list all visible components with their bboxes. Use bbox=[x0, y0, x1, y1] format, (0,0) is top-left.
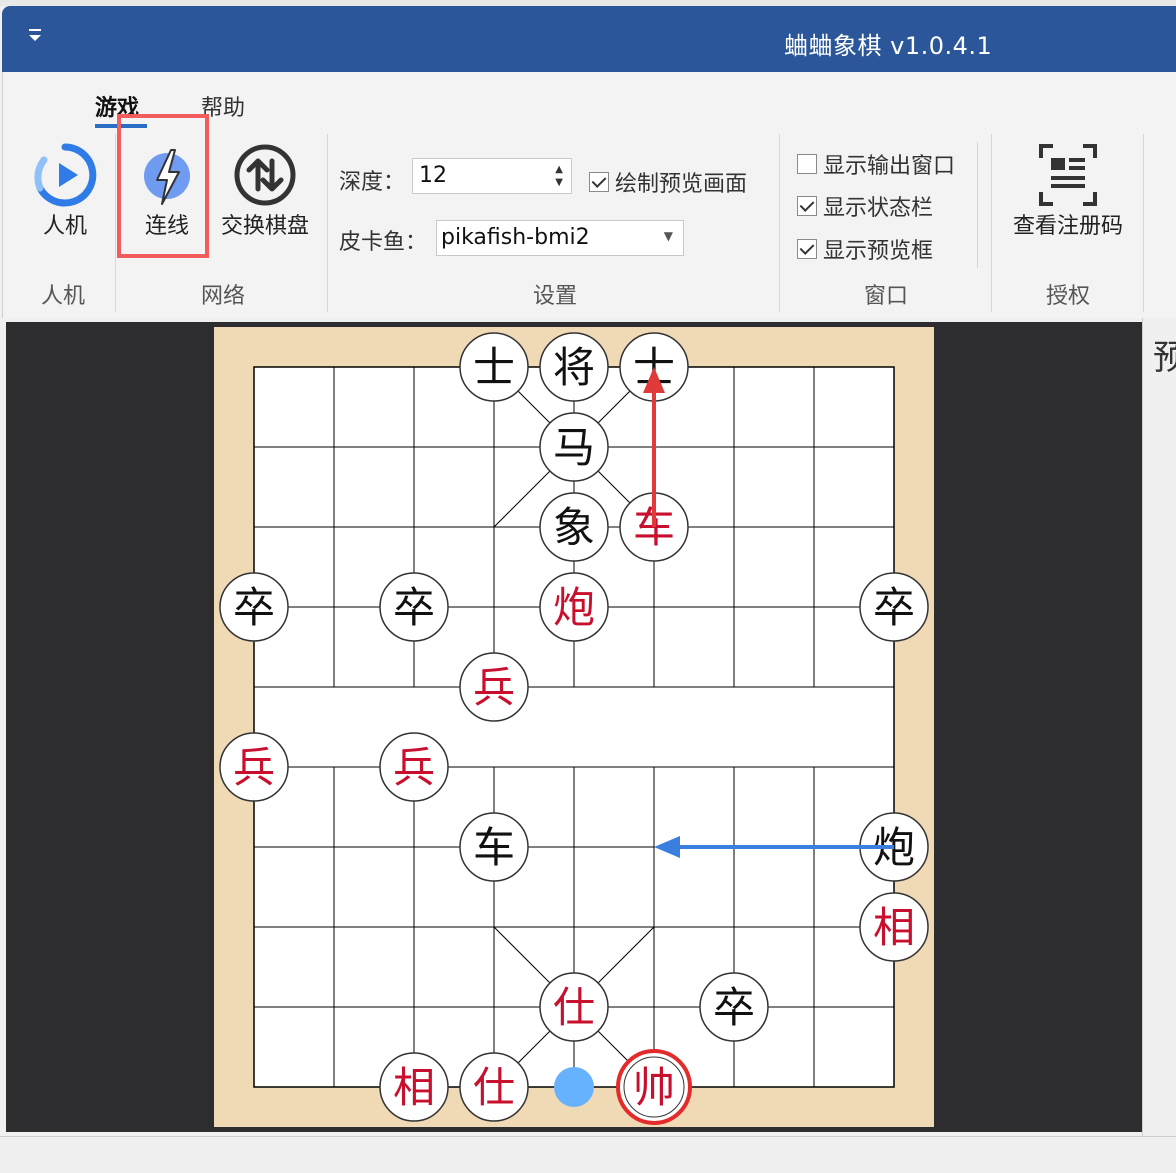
piece-label: 兵 bbox=[473, 663, 515, 712]
depth-value[interactable]: 12 bbox=[419, 163, 447, 188]
show-output-window-checkbox[interactable]: 显示输出窗口 bbox=[797, 148, 955, 180]
group-network-label: 网络 bbox=[200, 284, 245, 309]
chess-board[interactable]: 士将士马象车卒卒炮卒兵兵兵车炮相仕卒相仕帅 bbox=[214, 327, 934, 1127]
quick-access-menu-icon[interactable] bbox=[26, 26, 46, 46]
divider bbox=[327, 134, 328, 312]
piece-label: 卒 bbox=[393, 583, 435, 632]
piece-label: 卒 bbox=[873, 583, 915, 632]
piece-label: 卒 bbox=[233, 583, 275, 632]
divider bbox=[991, 134, 992, 312]
dropdown-arrow-icon[interactable]: ▼ bbox=[664, 229, 673, 243]
group-settings-label: 设置 bbox=[532, 284, 577, 309]
human-vs-ai-label: 人机 bbox=[42, 214, 87, 239]
view-registration-code-label: 查看注册码 bbox=[1012, 214, 1123, 239]
divider bbox=[977, 142, 978, 268]
piece-label: 象 bbox=[553, 503, 595, 552]
title-bar[interactable]: 蛐蛐象棋 v1.0.4.1 bbox=[2, 6, 1176, 72]
checkbox-box[interactable] bbox=[797, 154, 817, 174]
engine-value: pikafish-bmi2 bbox=[441, 225, 590, 250]
piece-label: 相 bbox=[393, 1063, 435, 1112]
show-status-bar-checkbox[interactable]: 显示状态栏 bbox=[797, 190, 933, 222]
piece-label: 仕 bbox=[553, 983, 595, 1032]
scan-code-icon bbox=[1039, 144, 1097, 206]
swap-arrows-icon bbox=[234, 144, 296, 206]
engine-select[interactable]: pikafish-bmi2 ▼ bbox=[436, 220, 684, 256]
piece-label: 帅 bbox=[633, 1063, 675, 1112]
preview-panel: 预 bbox=[1142, 318, 1176, 1136]
piece-label: 将 bbox=[553, 343, 595, 392]
spinner-arrows-icon[interactable]: ▲ ▼ bbox=[555, 163, 563, 189]
engine-label: 皮卡鱼： bbox=[339, 230, 428, 255]
depth-spinner[interactable]: 12 ▲ ▼ bbox=[412, 158, 572, 194]
group-human-label: 人机 bbox=[40, 284, 85, 309]
piece-label: 相 bbox=[873, 903, 915, 952]
show-preview-box-checkbox[interactable]: 显示预览框 bbox=[797, 233, 933, 265]
human-vs-ai-button[interactable]: 人机 bbox=[27, 142, 103, 240]
piece-label: 车 bbox=[473, 823, 515, 872]
show-preview-box-label: 显示预览框 bbox=[823, 239, 934, 264]
piece-label: 仕 bbox=[473, 1063, 515, 1112]
preview-panel-header: 预 bbox=[1153, 338, 1176, 378]
piece-label: 兵 bbox=[393, 743, 435, 792]
swap-board-button[interactable]: 交换棋盘 bbox=[213, 142, 317, 240]
divider bbox=[779, 134, 780, 312]
move-target-dot bbox=[554, 1067, 594, 1107]
connect-highlight-box bbox=[117, 114, 209, 258]
piece-label: 炮 bbox=[553, 583, 595, 632]
checkbox-box[interactable] bbox=[797, 239, 817, 259]
draw-preview-label: 绘制预览画面 bbox=[615, 172, 748, 197]
board-area: 士将士马象车卒卒炮卒兵兵兵车炮相仕卒相仕帅 bbox=[6, 322, 1142, 1132]
divider bbox=[115, 134, 116, 312]
checkbox-box[interactable] bbox=[589, 172, 609, 192]
play-circle-icon bbox=[34, 143, 97, 207]
status-bar bbox=[0, 1136, 1176, 1173]
depth-label: 深度： bbox=[339, 170, 406, 195]
piece-label: 兵 bbox=[233, 743, 275, 792]
swap-board-label: 交换棋盘 bbox=[220, 214, 309, 239]
piece-label: 卒 bbox=[713, 983, 755, 1032]
group-window-label: 窗口 bbox=[863, 284, 908, 309]
show-output-window-label: 显示输出窗口 bbox=[823, 154, 956, 179]
group-license-label: 授权 bbox=[1045, 284, 1090, 309]
draw-preview-checkbox[interactable]: 绘制预览画面 bbox=[589, 166, 747, 198]
piece-label: 马 bbox=[553, 423, 595, 472]
view-registration-code-button[interactable]: 查看注册码 bbox=[1003, 142, 1133, 240]
piece-label: 士 bbox=[473, 343, 515, 392]
window-title: 蛐蛐象棋 v1.0.4.1 bbox=[784, 32, 993, 60]
checkbox-box[interactable] bbox=[797, 196, 817, 216]
divider bbox=[1143, 134, 1144, 312]
show-status-bar-label: 显示状态栏 bbox=[823, 196, 934, 221]
